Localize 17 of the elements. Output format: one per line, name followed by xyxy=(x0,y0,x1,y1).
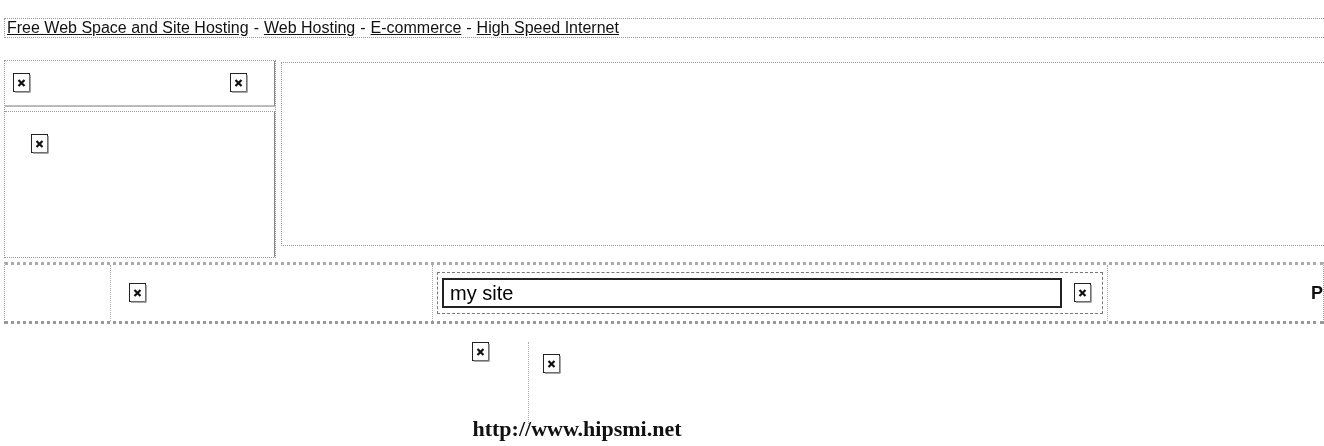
broken-image-icon xyxy=(543,354,561,374)
separator-text: - xyxy=(466,19,472,37)
broken-image-icon xyxy=(13,73,31,93)
nav-link[interactable]: E-commerce xyxy=(370,19,462,37)
nav-link[interactable]: Web Hosting xyxy=(263,19,356,37)
broken-image-icon xyxy=(230,73,248,93)
search-field[interactable]: my site xyxy=(442,278,1062,308)
cut-text: P xyxy=(1311,282,1323,304)
separator-text: - xyxy=(360,19,366,37)
nav-link[interactable]: Free Web Space and Site Hosting xyxy=(7,19,249,37)
broken-image-icon xyxy=(31,134,49,154)
nav-link[interactable]: High Speed Internet xyxy=(476,19,619,37)
broken-image-icon xyxy=(472,342,490,362)
separator-text: - xyxy=(253,19,259,37)
broken-image-icon xyxy=(1074,283,1092,303)
broken-image-icon xyxy=(129,283,147,303)
footer-url: http://www.hipsmi.net xyxy=(472,416,682,441)
